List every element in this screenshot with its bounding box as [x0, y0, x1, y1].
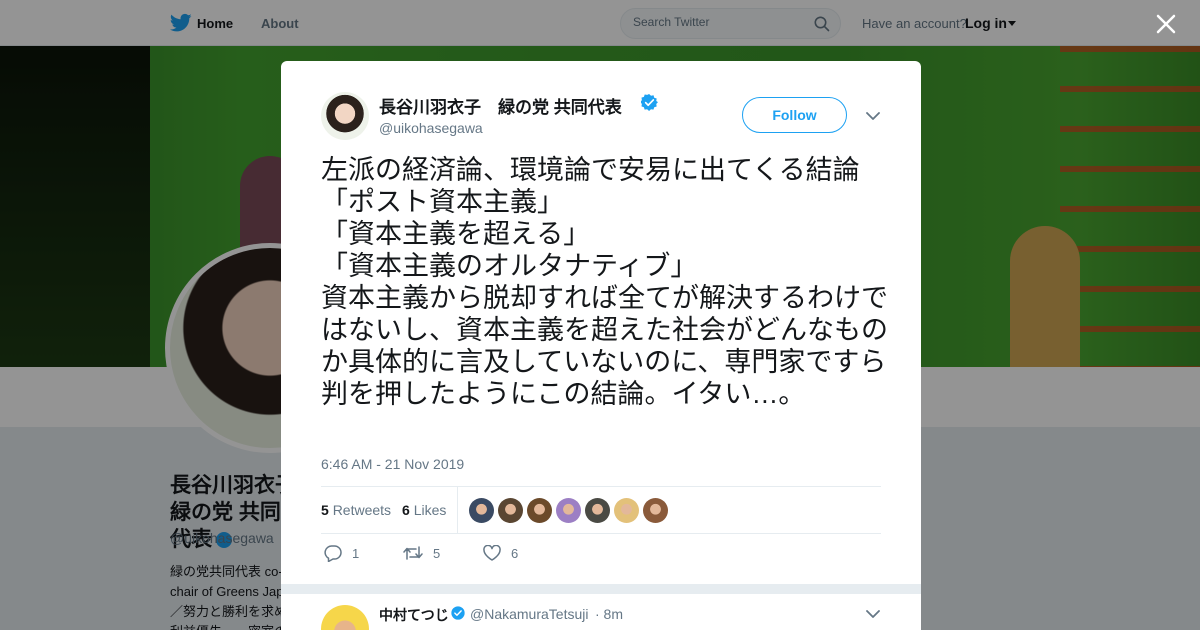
verified-icon [641, 94, 658, 111]
like-action[interactable]: 6 [483, 545, 518, 561]
chevron-down-icon[interactable] [866, 609, 880, 619]
retweet-icon[interactable] [403, 545, 423, 561]
likes-label: Likes [413, 502, 447, 518]
reply-time[interactable]: · 8m [595, 606, 623, 622]
close-icon[interactable] [1156, 14, 1176, 34]
retweets-stat[interactable]: 5 Retweets [321, 502, 391, 518]
reply-author-avatar[interactable] [321, 605, 369, 630]
reply-count: 1 [352, 546, 360, 561]
stats-separator [457, 487, 458, 534]
retweet-action[interactable]: 5 [403, 545, 440, 561]
like-icon[interactable] [483, 545, 501, 561]
chevron-down-icon[interactable] [866, 111, 880, 121]
reply-author-name[interactable]: 中村てつじ [379, 605, 449, 625]
retweet-count: 5 [433, 545, 441, 561]
liker-avatar[interactable] [498, 498, 523, 523]
likes-stat[interactable]: 6 Likes [402, 502, 446, 518]
liker-avatar[interactable] [614, 498, 639, 523]
tweet-text: 左派の経済論、環境論で安易に出てくる結論 「ポスト資本主義」 「資本主義を超える… [321, 155, 888, 409]
retweets-count: 5 [321, 502, 329, 518]
tweet-modal: 長谷川羽衣子 緑の党 共同代表 @uikohasegawa Follow 左派の… [281, 61, 921, 630]
tweet-timestamp[interactable]: 6:46 AM - 21 Nov 2019 [321, 456, 464, 472]
tweet-stats: 5 Retweets 6 Likes [321, 486, 881, 534]
reply-icon[interactable] [324, 545, 342, 562]
author-name[interactable]: 長谷川羽衣子 緑の党 共同代表 [379, 93, 622, 118]
likes-count: 6 [402, 502, 410, 518]
replies-divider [281, 584, 921, 594]
verified-icon [451, 606, 465, 620]
tweet-actions: 1 5 6 [321, 545, 881, 565]
reply-author-handle[interactable]: @NakamuraTetsuji [470, 606, 588, 622]
liker-avatar[interactable] [469, 498, 494, 523]
follow-button[interactable]: Follow [742, 97, 847, 133]
author-avatar[interactable] [321, 92, 369, 140]
liker-avatar[interactable] [585, 498, 610, 523]
liker-avatar[interactable] [527, 498, 552, 523]
liker-avatar[interactable] [643, 498, 668, 523]
reply-action[interactable]: 1 [324, 545, 359, 562]
author-handle[interactable]: @uikohasegawa [379, 120, 483, 136]
retweets-label: Retweets [332, 502, 392, 518]
like-count: 6 [511, 545, 519, 561]
liker-avatar[interactable] [556, 498, 581, 523]
